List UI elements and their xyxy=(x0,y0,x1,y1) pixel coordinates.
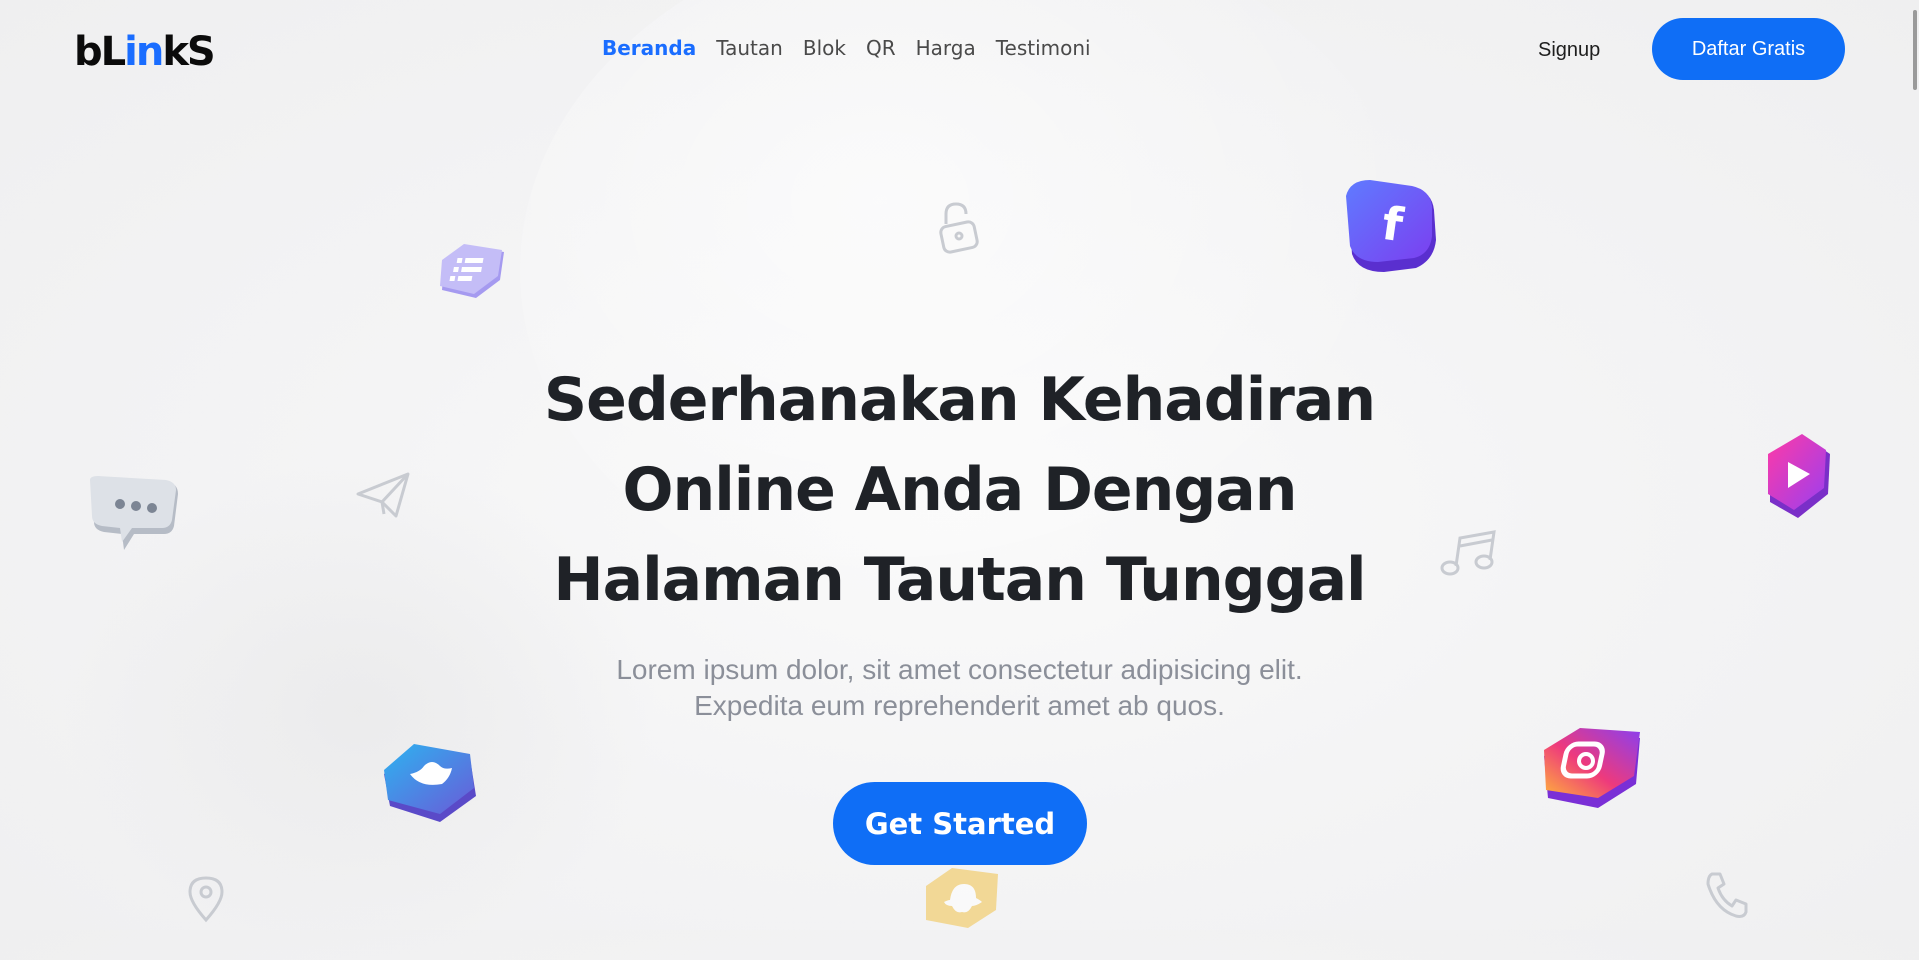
list-icon xyxy=(438,244,508,305)
hero-title-line: Halaman Tautan Tunggal xyxy=(553,545,1366,615)
hero-subtitle-line: Lorem ipsum dolor, sit amet consectetur … xyxy=(616,654,1303,685)
instagram-icon xyxy=(1540,726,1646,815)
page-scrollbar[interactable] xyxy=(1909,0,1919,930)
snapchat-icon xyxy=(922,866,1002,935)
nav-item-tautan[interactable]: Tautan xyxy=(716,36,783,60)
get-started-button[interactable]: Get Started xyxy=(833,782,1087,865)
hero-subtitle-line: Expedita eum reprehenderit amet ab quos. xyxy=(694,690,1225,721)
logo-text-end: kS xyxy=(162,29,215,75)
paper-plane-icon xyxy=(356,470,412,525)
logo-text-start: bL xyxy=(74,29,126,75)
signup-link[interactable]: Signup xyxy=(1538,39,1600,62)
chat-bubble-icon xyxy=(86,476,182,557)
nav-item-harga[interactable]: Harga xyxy=(916,36,976,60)
youtube-play-icon xyxy=(1764,432,1834,527)
main-nav: Beranda Tautan Blok QR Harga Testimoni xyxy=(602,36,1091,60)
hero-title-line: Online Anda Dengan xyxy=(622,455,1298,525)
nav-item-beranda[interactable]: Beranda xyxy=(602,36,696,60)
facebook-icon: f xyxy=(1334,178,1440,279)
daftar-gratis-button[interactable]: Daftar Gratis xyxy=(1652,18,1845,80)
hero-title-line: Sederhanakan Kehadiran xyxy=(543,365,1376,435)
brand-logo[interactable]: bLinkS xyxy=(74,29,216,75)
phone-icon xyxy=(1704,870,1750,925)
twitter-icon xyxy=(380,744,480,829)
location-pin-icon xyxy=(186,874,226,929)
nav-item-testimoni[interactable]: Testimoni xyxy=(996,36,1091,60)
hero-subtitle: Lorem ipsum dolor, sit amet consectetur … xyxy=(460,652,1459,724)
scrollbar-thumb[interactable] xyxy=(1913,10,1917,90)
nav-item-qr[interactable]: QR xyxy=(866,36,896,60)
logo-text-accent: in xyxy=(124,29,164,75)
nav-item-blok[interactable]: Blok xyxy=(803,36,846,60)
lock-icon xyxy=(934,200,984,261)
hero-title: Sederhanakan Kehadiran Online Anda Denga… xyxy=(460,355,1459,625)
music-note-icon xyxy=(1438,528,1498,583)
